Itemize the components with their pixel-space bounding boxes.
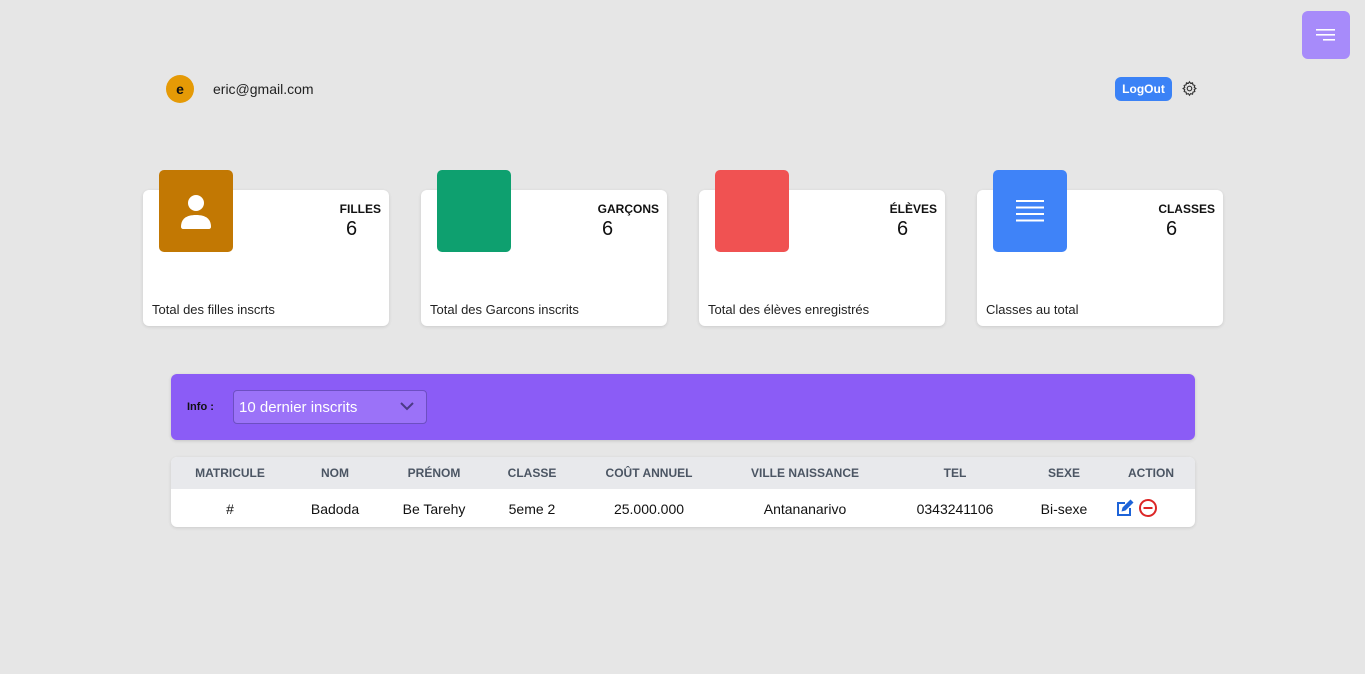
stat-icon-box-garcons <box>437 170 511 252</box>
column-header: NOM <box>321 466 349 480</box>
remove-circle-icon <box>1139 499 1157 517</box>
chevron-down-icon <box>400 402 414 411</box>
delete-button[interactable] <box>1138 498 1158 523</box>
cell-classe: 5eme 2 <box>508 501 556 517</box>
gear-icon[interactable] <box>1181 80 1198 97</box>
stat-title: CLASSES <box>1158 202 1215 216</box>
stat-icon-box-classes <box>993 170 1067 252</box>
stat-icon-box-eleves <box>715 170 789 252</box>
info-bar: Info : 10 dernier inscrits <box>171 374 1195 440</box>
edit-icon <box>1117 499 1134 516</box>
menu-button[interactable] <box>1302 11 1350 59</box>
cell-prenom: Be Tarehy <box>402 501 466 517</box>
stat-value: 6 <box>897 218 909 240</box>
stat-title: ÉLÈVES <box>889 202 937 216</box>
cell-tel: 0343241106 <box>916 501 994 517</box>
students-table: MATRICULE NOM PRÉNOM CLASSE COÛT ANNUEL … <box>171 457 1195 527</box>
cell-matricule: # <box>226 501 234 517</box>
stat-value: 6 <box>1166 218 1178 240</box>
column-header: COÛT ANNUEL <box>605 466 693 480</box>
stat-value: 6 <box>602 218 614 240</box>
column-header: CLASSE <box>507 466 557 480</box>
column-header: SEXE <box>1047 466 1081 480</box>
cell-ville: Antananarivo <box>763 501 847 517</box>
user-email: eric@gmail.com <box>213 81 314 97</box>
column-header: ACTION <box>1128 466 1174 480</box>
stat-title: GARÇONS <box>597 202 659 216</box>
info-label: Info : <box>187 401 214 413</box>
column-header: VILLE NAISSANCE <box>750 466 860 480</box>
row-actions <box>1115 498 1158 523</box>
stat-description: Total des filles inscrts <box>152 302 275 317</box>
stat-value: 6 <box>346 218 358 240</box>
cell-sexe: Bi-sexe <box>1040 501 1088 517</box>
cell-nom: Badoda <box>310 501 360 517</box>
avatar: e <box>166 75 194 103</box>
filter-select[interactable]: 10 dernier inscrits <box>233 390 427 424</box>
logout-button[interactable]: LogOut <box>1115 77 1172 101</box>
column-header: TEL <box>943 466 967 480</box>
cell-cout: 25.000.000 <box>613 501 685 517</box>
user-icon <box>181 195 211 229</box>
hamburger-icon <box>1316 29 1335 41</box>
stat-icon-box-filles <box>159 170 233 252</box>
column-header: MATRICULE <box>195 466 265 480</box>
table-header: MATRICULE NOM PRÉNOM CLASSE COÛT ANNUEL … <box>171 457 1195 489</box>
stat-description: Total des élèves enregistrés <box>708 302 870 317</box>
column-header: PRÉNOM <box>407 466 461 480</box>
filter-select-value: 10 dernier inscrits <box>239 399 358 416</box>
stat-description: Classes au total <box>986 302 1079 317</box>
stat-title: FILLES <box>339 202 381 216</box>
list-icon <box>1016 200 1044 222</box>
edit-button[interactable] <box>1115 498 1135 523</box>
stat-description: Total des Garcons inscrits <box>430 302 579 317</box>
